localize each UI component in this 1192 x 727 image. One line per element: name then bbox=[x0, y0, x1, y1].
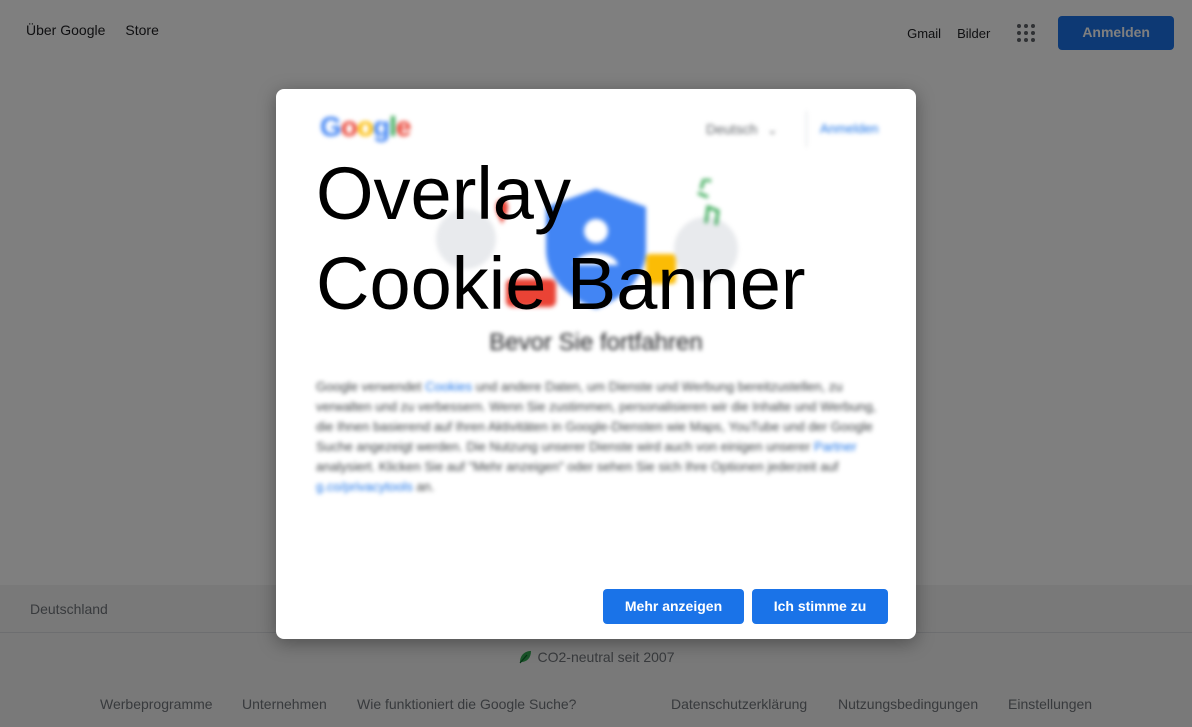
language-select[interactable]: Deutsch ⌄ bbox=[706, 121, 777, 137]
overlay-label-line1: Overlay bbox=[316, 152, 571, 235]
cookie-consent-dialog: Google Deutsch ⌄ Anmelden Bevor Sie fortf… bbox=[276, 89, 916, 639]
overlay-label-line2: Cookie Banner bbox=[316, 242, 806, 325]
chevron-down-icon: ⌄ bbox=[767, 123, 778, 137]
language-label: Deutsch bbox=[706, 121, 758, 137]
privacy-tools-link[interactable]: g.co/privacytools bbox=[316, 479, 413, 494]
header-divider bbox=[806, 111, 807, 147]
partner-link[interactable]: Partner bbox=[814, 439, 857, 454]
dialog-heading: Bevor Sie fortfahren bbox=[489, 329, 703, 356]
show-more-button[interactable]: Mehr anzeigen bbox=[603, 589, 744, 624]
agree-button[interactable]: Ich stimme zu bbox=[752, 589, 888, 624]
dialog-signin-link[interactable]: Anmelden bbox=[820, 121, 879, 136]
dialog-body-text: Google verwendet Cookies und andere Date… bbox=[316, 379, 877, 494]
cookies-link[interactable]: Cookies bbox=[425, 379, 472, 394]
overlay-label: Overlay Cookie Banner bbox=[316, 149, 806, 329]
google-logo: Google bbox=[320, 111, 411, 142]
